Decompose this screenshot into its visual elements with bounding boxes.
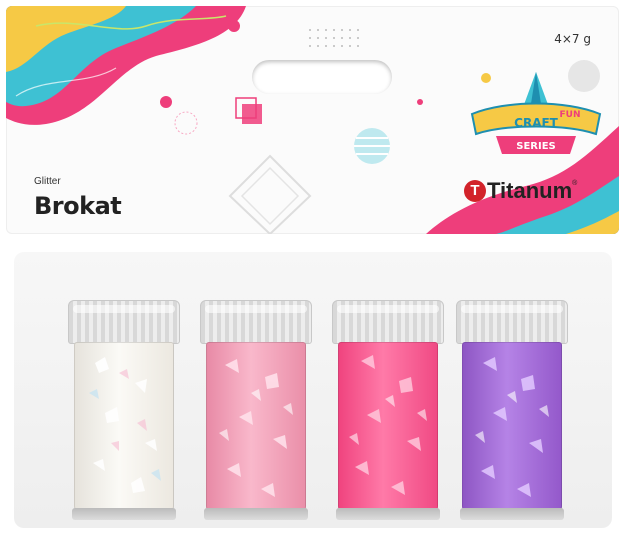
jar-body <box>74 342 174 514</box>
series-logo-word-2: FUN <box>560 110 581 120</box>
product-subtitle: Glitter <box>34 176 61 187</box>
jar-cap <box>68 300 180 344</box>
jar-base <box>460 508 564 520</box>
product-title: Brokat <box>34 192 122 220</box>
sparkles <box>89 357 161 493</box>
jar-base <box>72 508 176 520</box>
jar-body <box>206 342 306 514</box>
glitter-jar-light-pink <box>200 300 312 522</box>
product-package: 4×7 g CRAFT SERIES FUN Glitter Brokat T … <box>0 0 625 538</box>
brand-mark-icon: T <box>464 180 486 202</box>
quantity-label: 4×7 g <box>554 32 591 46</box>
sparkles <box>219 359 293 497</box>
brand-logo: T Titanum ® <box>464 178 577 204</box>
sparkles <box>475 357 549 497</box>
jar-cap <box>456 300 568 344</box>
craft-fun-series-logo: CRAFT SERIES FUN <box>470 72 602 154</box>
jar-base <box>204 508 308 520</box>
glitter-jar-hot-pink <box>332 300 444 522</box>
hang-hole <box>252 60 392 94</box>
glitter-jar-violet <box>456 300 568 522</box>
jar-body <box>338 342 438 514</box>
header-card: 4×7 g CRAFT SERIES FUN Glitter Brokat T … <box>6 6 619 234</box>
registered-mark: ® <box>572 180 578 187</box>
brand-name: Titanum <box>487 178 573 203</box>
jar-cap <box>200 300 312 344</box>
series-logo-word-1: CRAFT <box>514 116 559 130</box>
jar-cap <box>332 300 444 344</box>
series-logo-word-3: SERIES <box>516 141 556 152</box>
glitter-jar-white <box>68 300 180 522</box>
jar-body <box>462 342 562 514</box>
sparkles <box>349 355 427 495</box>
jar-base <box>336 508 440 520</box>
